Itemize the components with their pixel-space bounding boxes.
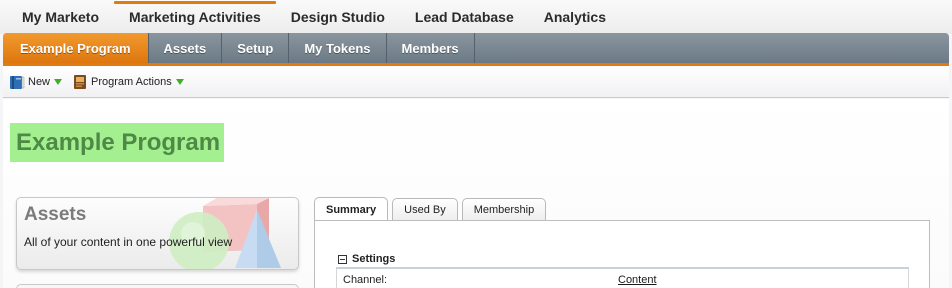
top-navigation: My Marketo Marketing Activities Design S… [0,0,952,34]
tab-my-tokens[interactable]: My Tokens [289,33,387,63]
dropdown-arrow-icon [54,78,63,85]
nav-marketing-activities[interactable]: Marketing Activities [114,0,276,34]
tab-example-program[interactable]: Example Program [3,33,149,63]
program-tab-bar: Example Program Assets Setup My Tokens M… [3,33,949,66]
blue-book-icon [10,75,25,89]
nav-my-marketo[interactable]: My Marketo [0,0,114,34]
tab-membership[interactable]: Membership [461,198,547,221]
tab-assets[interactable]: Assets [149,33,223,63]
assets-card[interactable]: Assets All of your content in one powerf… [16,197,299,270]
tab-bar-spacer [475,33,949,63]
assets-card-description: All of your content in one powerful view [24,235,233,249]
nav-design-studio[interactable]: Design Studio [276,0,400,34]
collapse-minus-icon[interactable] [338,254,347,264]
nav-lead-database[interactable]: Lead Database [400,0,529,34]
new-button-label: New [28,75,51,88]
tab-used-by[interactable]: Used By [392,198,458,221]
assets-card-title: Assets [24,204,87,225]
nav-analytics[interactable]: Analytics [529,0,621,34]
summary-panel: Settings Channel: Content [314,220,930,288]
dropdown-arrow-icon [175,78,184,85]
program-content: Example Program Assets All of your conte… [3,99,949,288]
settings-row-channel: Channel: Content [336,269,909,288]
program-actions-label: Program Actions [91,75,172,88]
settings-heading: Settings [352,253,396,265]
program-actions-button[interactable]: Program Actions [72,74,184,90]
program-book-icon [74,74,87,89]
new-button[interactable]: New [9,74,63,90]
tab-members[interactable]: Members [387,33,475,63]
tab-summary[interactable]: Summary [314,197,389,221]
settings-header[interactable]: Settings [338,253,395,265]
page-title: Example Program [10,123,225,162]
channel-value-link[interactable]: Content [618,274,657,286]
shapes-illustration-icon [169,198,281,269]
channel-label: Channel: [343,274,388,286]
panel-tabs: Summary Used By Membership [314,197,550,221]
next-card[interactable] [16,284,299,288]
tab-setup[interactable]: Setup [222,33,290,63]
toolbar: New Program Actions [3,66,949,98]
